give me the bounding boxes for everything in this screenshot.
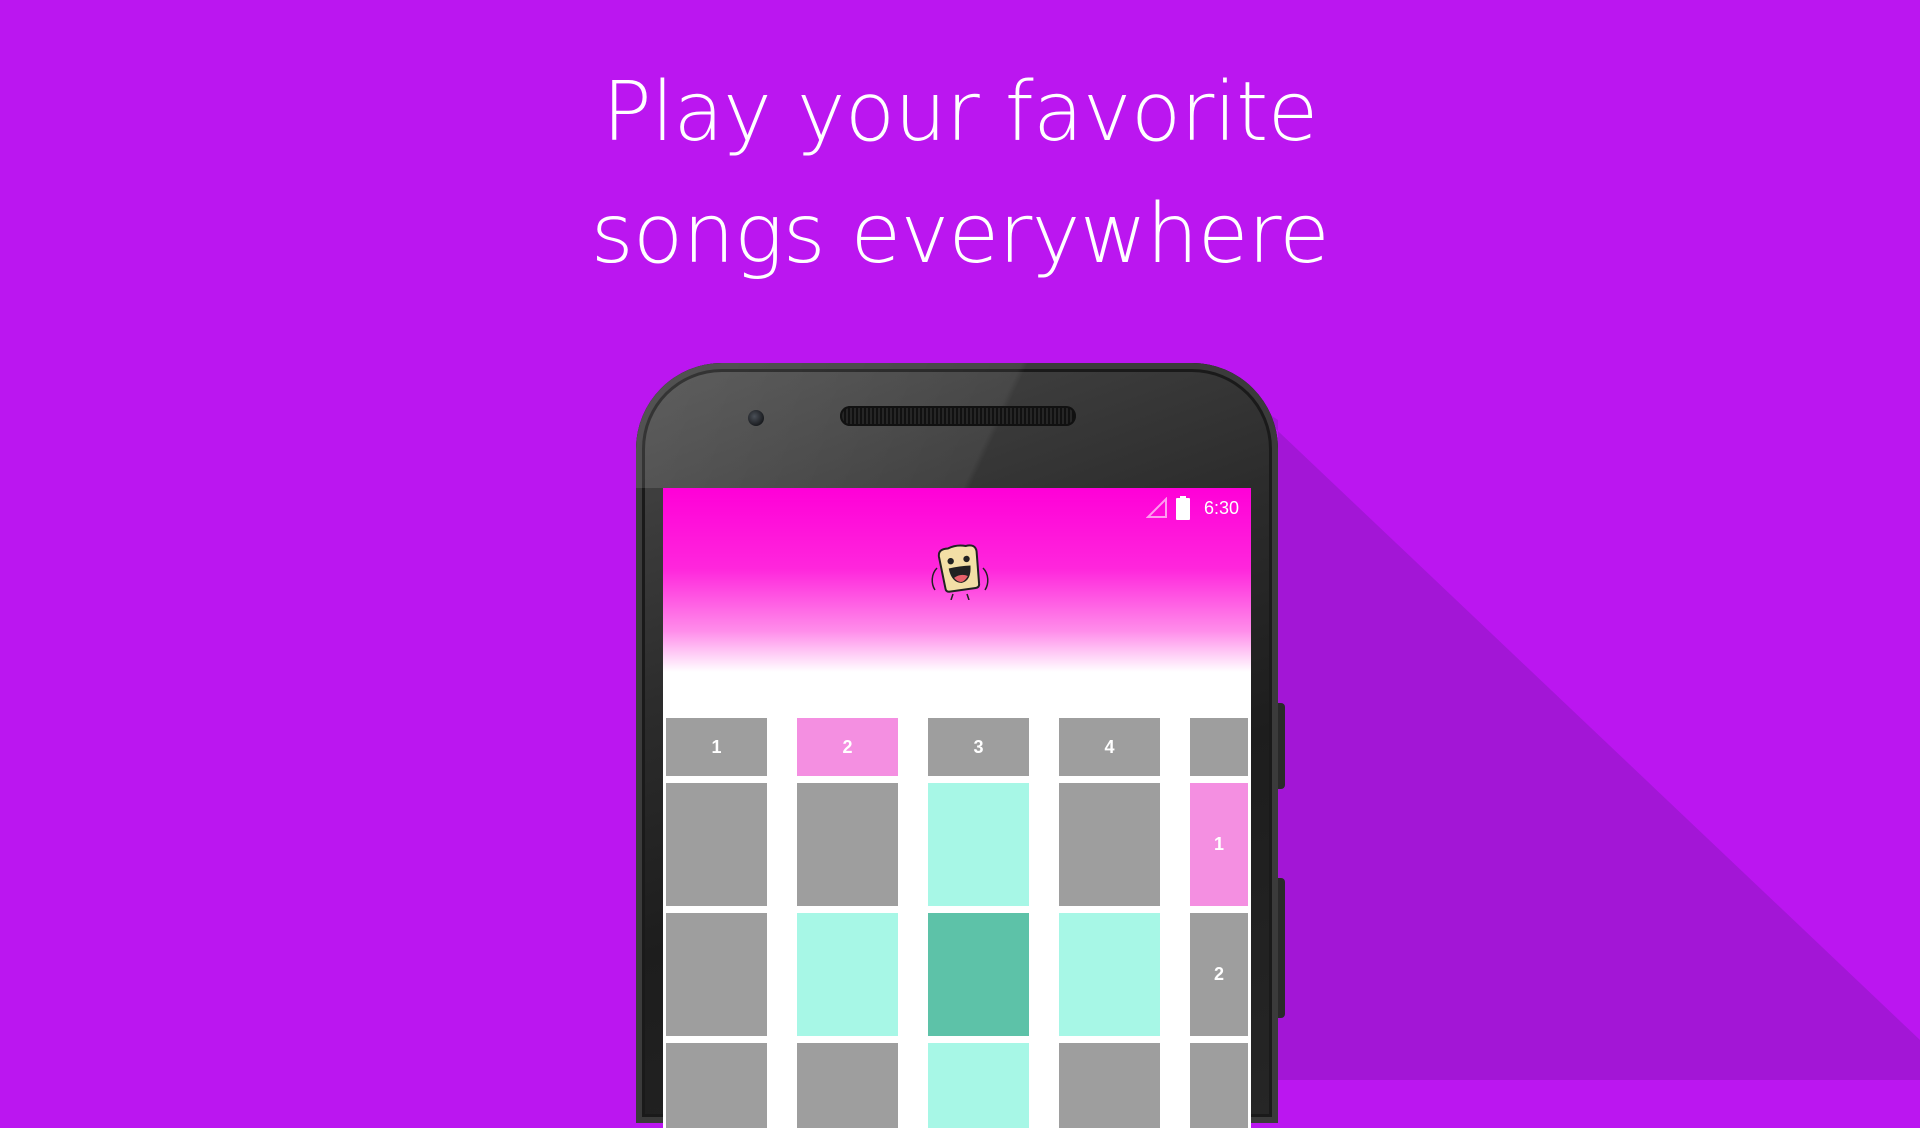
grid-cell-r1-c2[interactable] <box>797 783 898 906</box>
grid-header-label-2: 2 <box>842 736 853 757</box>
grid-cell-r3-c1[interactable] <box>666 1043 767 1128</box>
grid-cell-r2-c1[interactable] <box>666 913 767 1036</box>
game-header <box>663 488 1251 718</box>
earpiece-speaker <box>840 406 1076 426</box>
grid-cell-r3-c2[interactable] <box>797 1043 898 1128</box>
grid-header-label-3: 3 <box>973 736 984 757</box>
grid-cell-r1-c3[interactable] <box>928 783 1029 906</box>
grid-cell-r3-c4[interactable] <box>1059 1043 1160 1128</box>
status-bar: 6:30 <box>1145 496 1239 520</box>
status-time: 6:30 <box>1203 497 1239 518</box>
phone-screen: 6:30 1 2 3 4 1 2 <box>663 488 1251 1128</box>
battery-icon <box>1175 496 1190 520</box>
signal-icon <box>1145 497 1167 518</box>
front-camera <box>748 410 764 426</box>
headline-line-1: Play your favorite <box>602 65 1318 160</box>
volume-button <box>1277 878 1285 1018</box>
grid-cell-r2-c4[interactable] <box>1059 913 1160 1036</box>
grid-header-cell-3[interactable]: 3 <box>928 718 1029 776</box>
grid-header-label-1: 1 <box>711 736 722 757</box>
grid-side-cell-r1[interactable]: 1 <box>1190 783 1248 906</box>
toast-mascot-icon <box>931 544 989 600</box>
phone-frame: 6:30 1 2 3 4 1 2 <box>636 363 1278 1128</box>
grid-cell-r1-c4[interactable] <box>1059 783 1160 906</box>
grid-header-cell-2[interactable]: 2 <box>797 718 898 776</box>
grid-side-cell-r3[interactable] <box>1190 1043 1248 1128</box>
power-button <box>1277 703 1285 789</box>
headline-line-2: songs everywhere <box>590 187 1330 282</box>
grid-side-label-1: 1 <box>1213 834 1224 854</box>
grid-header-cell-4[interactable]: 4 <box>1059 718 1160 776</box>
grid-header-cell-5[interactable] <box>1190 718 1248 776</box>
grid-side-cell-r2[interactable]: 2 <box>1190 913 1248 1036</box>
grid-header-cell-1[interactable]: 1 <box>666 718 767 776</box>
grid-header-label-4: 4 <box>1104 736 1115 757</box>
grid-cell-r2-c2[interactable] <box>797 913 898 1036</box>
grid-cell-r1-c1[interactable] <box>666 783 767 906</box>
grid-side-label-2: 2 <box>1213 964 1224 984</box>
headline: Play your favorite songs everywhere <box>0 52 1920 296</box>
grid-cell-r2-c3[interactable] <box>928 913 1029 1036</box>
grid-cell-r3-c3[interactable] <box>928 1043 1029 1128</box>
